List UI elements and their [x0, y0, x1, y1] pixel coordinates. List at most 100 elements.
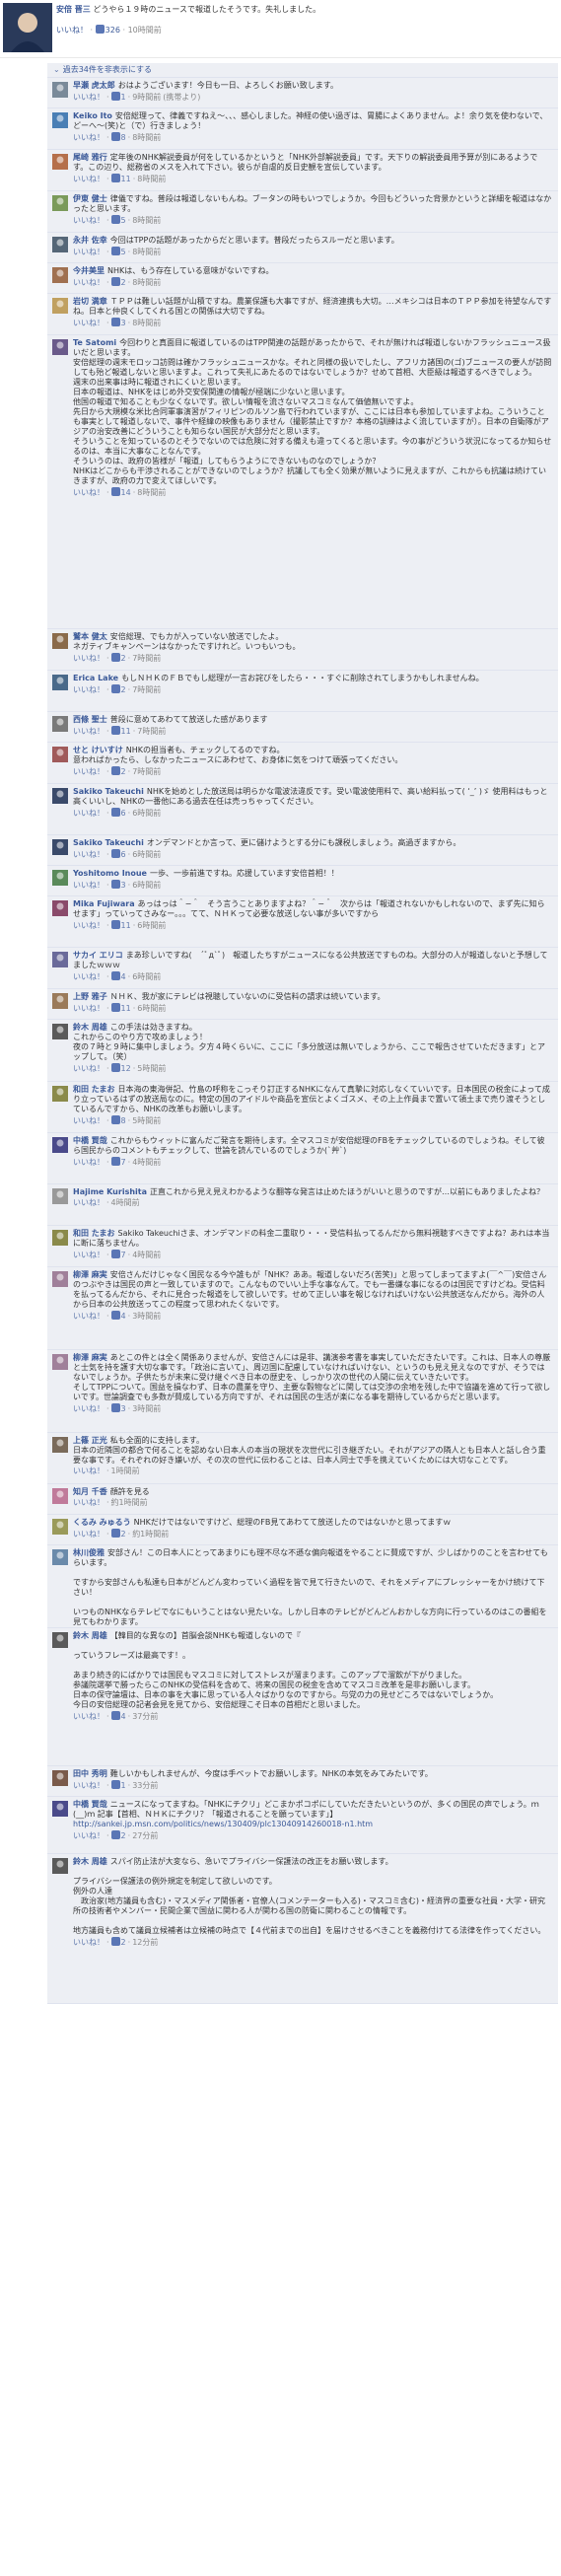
commenter-avatar[interactable] [52, 675, 68, 690]
comment-like-count[interactable]: 5 [121, 248, 126, 256]
comment-author[interactable]: 岩切 満章 [73, 297, 107, 306]
comment-author[interactable]: くるみ みゅるう [73, 1518, 131, 1527]
comment-like-link[interactable]: いいね！ [73, 93, 105, 102]
comment-like-link[interactable]: いいね！ [73, 767, 105, 776]
commenter-avatar[interactable] [52, 1271, 68, 1287]
comment-author[interactable]: 伊東 健士 [73, 194, 107, 203]
commenter-avatar[interactable] [52, 993, 68, 1009]
commenter-avatar[interactable] [52, 952, 68, 967]
commenter-avatar[interactable] [52, 788, 68, 804]
comment-like-count[interactable]: 7 [121, 1158, 126, 1167]
comment-author[interactable]: 林川俊雅 [73, 1548, 105, 1557]
hide-comments-link[interactable]: 過去34件を非表示にする [63, 65, 152, 74]
commenter-avatar[interactable] [52, 1437, 68, 1453]
commenter-avatar[interactable] [52, 298, 68, 314]
commenter-avatar[interactable] [52, 237, 68, 252]
comment-like-count[interactable]: 2 [121, 767, 126, 776]
comment-author[interactable]: Sakiko Takeuchi [73, 838, 144, 847]
comment-like-count[interactable]: 2 [121, 1938, 126, 1947]
comment-like-count[interactable]: 3 [121, 881, 126, 890]
comment-like-link[interactable]: いいね！ [73, 727, 105, 736]
comment-author[interactable]: 柳澤 麻実 [73, 1270, 107, 1279]
commenter-avatar[interactable] [52, 747, 68, 762]
comment-author[interactable]: Mika Fujiwara [73, 899, 135, 908]
comment-author[interactable]: 和田 たまお [73, 1085, 115, 1094]
comment-author[interactable]: Sakiko Takeuchi [73, 787, 144, 796]
comment-author[interactable]: 鈴木 周雄 [73, 1857, 107, 1866]
comment-author[interactable]: 鈴木 周雄 [73, 1631, 107, 1640]
comment-like-link[interactable]: いいね！ [73, 1781, 105, 1790]
post-like-link[interactable]: いいね！ [56, 26, 88, 35]
commenter-avatar[interactable] [52, 82, 68, 98]
comment-like-link[interactable]: いいね！ [73, 1530, 105, 1538]
comment-author[interactable]: 和田 たまお [73, 1229, 115, 1238]
comment-like-count[interactable]: 2 [121, 1831, 126, 1840]
comment-like-link[interactable]: いいね！ [73, 1404, 105, 1413]
comment-like-link[interactable]: いいね！ [73, 1198, 105, 1207]
comment-like-link[interactable]: いいね！ [73, 809, 105, 818]
commenter-avatar[interactable] [52, 870, 68, 886]
comment-like-link[interactable]: いいね！ [73, 1498, 105, 1507]
comment-author[interactable]: せと けいすけ [73, 746, 123, 754]
comment-like-count[interactable]: 4 [121, 1312, 126, 1321]
comment-like-link[interactable]: いいね！ [73, 685, 105, 694]
comment-like-link[interactable]: いいね！ [73, 881, 105, 890]
commenter-avatar[interactable] [52, 267, 68, 283]
comment-like-count[interactable]: 11 [121, 1004, 131, 1013]
comment-like-link[interactable]: いいね！ [73, 1004, 105, 1013]
comment-like-link[interactable]: いいね！ [73, 1712, 105, 1721]
author-avatar[interactable] [3, 3, 52, 52]
comment-like-link[interactable]: いいね！ [73, 133, 105, 142]
comment-author[interactable]: 知月 千香 [73, 1487, 107, 1496]
commenter-avatar[interactable] [52, 195, 68, 211]
comment-like-count[interactable]: 11 [121, 727, 131, 736]
comment-author[interactable]: 早瀬 虎太郎 [73, 81, 115, 90]
comment-author[interactable]: Erica Lake [73, 674, 118, 682]
comment-like-link[interactable]: いいね！ [73, 216, 105, 225]
comment-like-count[interactable]: 8 [121, 1116, 126, 1125]
comment-like-count[interactable]: 14 [121, 488, 131, 497]
comment-like-link[interactable]: いいね！ [73, 1158, 105, 1167]
post-like-count[interactable]: 326 [105, 26, 120, 35]
comment-like-count[interactable]: 2 [121, 685, 126, 694]
comment-author[interactable]: 上野 雅子 [73, 992, 107, 1001]
comment-like-link[interactable]: いいね！ [73, 248, 105, 256]
commenter-avatar[interactable] [52, 1549, 68, 1565]
comment-like-count[interactable]: 3 [121, 1404, 126, 1413]
commenter-avatar[interactable] [52, 839, 68, 855]
comment-like-link[interactable]: いいね！ [73, 1064, 105, 1073]
comment-like-link[interactable]: いいね！ [73, 1116, 105, 1125]
comment-like-count[interactable]: 6 [121, 850, 126, 859]
comment-author[interactable]: 田中 秀明 [73, 1769, 107, 1778]
comment-author[interactable]: Te Satomi [73, 338, 116, 347]
comment-author[interactable]: 上篠 正光 [73, 1436, 107, 1445]
comment-like-count[interactable]: 4 [121, 972, 126, 981]
commenter-avatar[interactable] [52, 112, 68, 128]
commenter-avatar[interactable] [52, 1137, 68, 1153]
comment-like-count[interactable]: 2 [121, 654, 126, 663]
comment-author[interactable]: 今井美里 [73, 266, 105, 275]
comment-like-count[interactable]: 2 [121, 1530, 126, 1538]
comment-like-count[interactable]: 1 [121, 1781, 126, 1790]
comment-like-count[interactable]: 11 [121, 175, 131, 183]
commenter-avatar[interactable] [52, 154, 68, 170]
comment-author[interactable]: 鷲本 健太 [73, 632, 107, 641]
comment-author[interactable]: Yoshitomo Inoue [73, 869, 147, 878]
commenter-avatar[interactable] [52, 1024, 68, 1039]
commenter-avatar[interactable] [52, 1230, 68, 1246]
comment-link[interactable]: http://sankei.jp.msn.com/politics/news/1… [73, 1820, 373, 1828]
comment-author[interactable]: 柳澤 麻実 [73, 1353, 107, 1362]
comment-like-count[interactable]: 12 [121, 1064, 131, 1073]
comment-like-link[interactable]: いいね！ [73, 488, 105, 497]
commenter-avatar[interactable] [52, 900, 68, 916]
post-author[interactable]: 安倍 晋三 [56, 5, 91, 14]
commenter-avatar[interactable] [52, 1488, 68, 1504]
comment-like-link[interactable]: いいね！ [73, 1938, 105, 1947]
comment-like-link[interactable]: いいね！ [73, 319, 105, 327]
comment-author[interactable]: 尾崎 雅行 [73, 153, 107, 162]
comment-like-count[interactable]: 7 [121, 1251, 126, 1259]
comment-like-count[interactable]: 8 [121, 133, 126, 142]
comment-like-link[interactable]: いいね！ [73, 1312, 105, 1321]
comment-like-link[interactable]: いいね！ [73, 1831, 105, 1840]
comment-author[interactable]: サカイ エリコ [73, 951, 123, 960]
